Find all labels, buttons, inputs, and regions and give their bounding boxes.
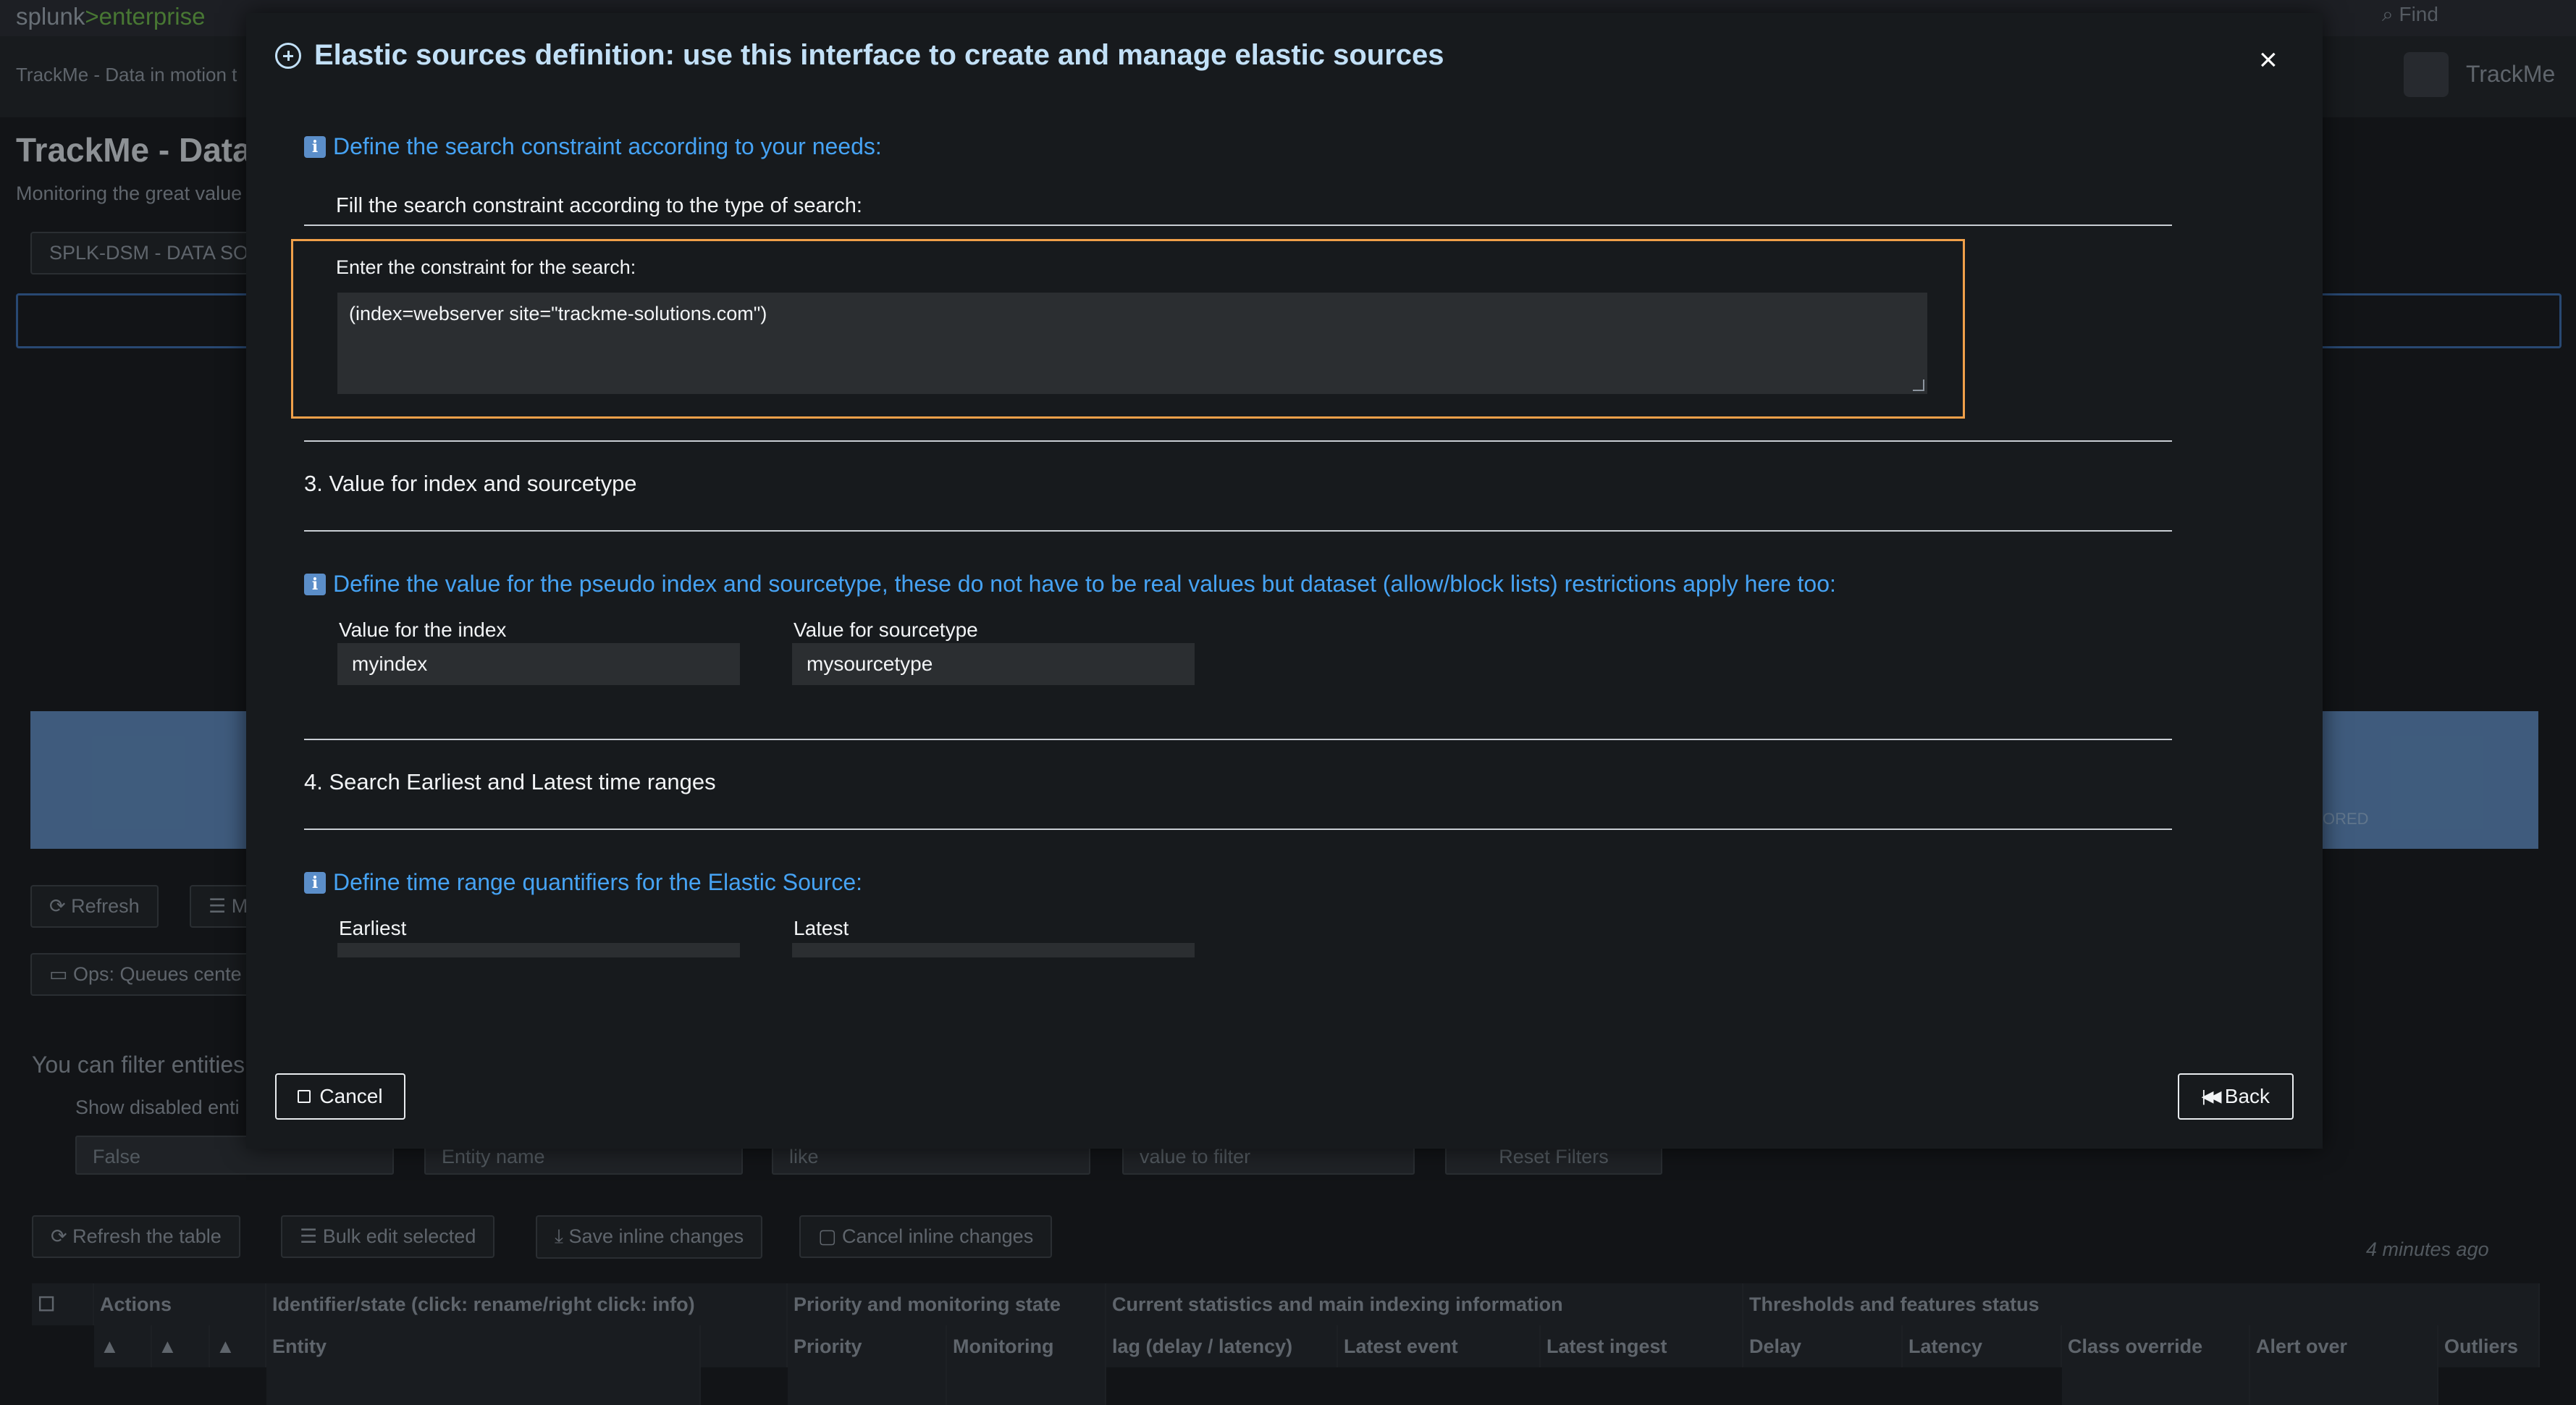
section-3-title: 3. Value for index and sourcetype xyxy=(304,471,637,496)
constraint-label: Enter the constraint for the search: xyxy=(336,256,636,278)
stop-square-icon xyxy=(298,1090,311,1103)
modal-title-text: Elastic sources definition: use this int… xyxy=(314,39,1444,71)
info-time: i Define time range quantifiers for the … xyxy=(304,869,862,896)
sourcetype-input[interactable]: mysourcetype xyxy=(792,643,1195,685)
cancel-button-label: Cancel xyxy=(319,1085,383,1107)
info-time-text: Define time range quantifiers for the El… xyxy=(333,869,863,895)
latest-label: Latest xyxy=(794,917,849,939)
divider xyxy=(304,739,2172,740)
resize-handle-icon[interactable] xyxy=(1913,379,1924,391)
divider xyxy=(304,225,2172,226)
index-label: Value for the index xyxy=(339,618,507,641)
back-button-label: Back xyxy=(2224,1085,2270,1107)
info-pseudo: i Define the value for the pseudo index … xyxy=(304,571,1836,597)
sourcetype-label: Value for sourcetype xyxy=(794,618,978,641)
info-icon: i xyxy=(304,135,326,158)
section-4-title: 4. Search Earliest and Latest time range… xyxy=(304,769,716,794)
earliest-label: Earliest xyxy=(339,917,407,939)
divider xyxy=(304,829,2172,830)
divider xyxy=(304,530,2172,532)
latest-input[interactable] xyxy=(792,943,1195,957)
info-icon: i xyxy=(304,871,326,894)
earliest-input[interactable] xyxy=(337,943,740,957)
plus-circle-icon xyxy=(275,42,301,69)
skip-back-icon: |◀◀ xyxy=(2201,1087,2222,1105)
info-pseudo-text: Define the value for the pseudo index an… xyxy=(333,571,1836,597)
elastic-sources-modal: Elastic sources definition: use this int… xyxy=(246,13,2323,1149)
fill-instruction: Fill the search constraint according to … xyxy=(336,194,862,217)
modal-title: Elastic sources definition: use this int… xyxy=(275,39,1444,72)
close-icon[interactable]: × xyxy=(2259,42,2278,78)
index-input[interactable]: myindex xyxy=(337,643,740,685)
cancel-button[interactable]: Cancel xyxy=(275,1073,405,1120)
constraint-value: (index=webserver site="trackme-solutions… xyxy=(349,303,767,324)
info-constraint: i Define the search constraint according… xyxy=(304,133,882,160)
constraint-textarea[interactable]: (index=webserver site="trackme-solutions… xyxy=(337,293,1927,394)
divider xyxy=(304,440,2172,442)
back-button[interactable]: |◀◀ Back xyxy=(2178,1073,2294,1120)
info-constraint-text: Define the search constraint according t… xyxy=(333,133,882,159)
info-icon: i xyxy=(304,573,326,595)
